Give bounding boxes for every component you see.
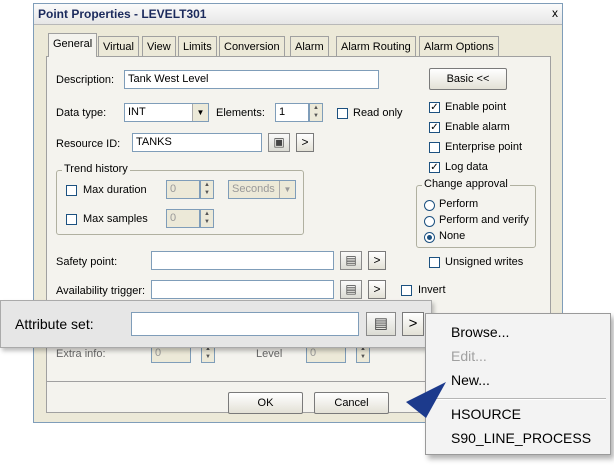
chevron-down-icon: ▼ [279,181,295,198]
tab-view[interactable]: View [142,36,176,56]
menu-separator [430,398,606,400]
tab-virtual[interactable]: Virtual [98,36,139,56]
perform-verify-label: Perform and verify [439,214,529,226]
read-only-checkbox[interactable] [337,108,348,119]
log-data-checkbox[interactable]: ✓ [429,162,440,173]
extra-info-label: Extra info: [56,348,106,360]
max-duration-spinner[interactable]: ▲ ▼ [200,180,214,199]
change-approval-label: Change approval [422,178,510,190]
data-type-label: Data type: [56,107,107,119]
availability-trigger-field[interactable] [151,280,334,299]
duration-unit-value: Seconds [232,183,275,195]
description-label: Description: [56,74,115,86]
tab-alarm-options[interactable]: Alarm Options [419,36,499,56]
tab-alarm-routing[interactable]: Alarm Routing [336,36,416,56]
pointer-arrow-icon [406,382,446,418]
unsigned-writes-checkbox[interactable] [429,257,440,268]
invert-checkbox[interactable] [401,285,412,296]
perform-label: Perform [439,198,479,210]
perform-verify-radio[interactable] [424,216,435,227]
availability-arrow-button[interactable]: > [368,280,386,299]
chevron-down-icon: ▼ [192,104,208,121]
cancel-button[interactable]: Cancel [314,392,389,414]
unsigned-writes-label: Unsigned writes [445,256,524,268]
ok-button[interactable]: OK [228,392,303,414]
safety-point-browse-icon[interactable]: ▤ [340,251,362,270]
none-radio[interactable] [424,232,435,243]
tab-alarm[interactable]: Alarm [290,36,329,56]
max-duration-field[interactable]: 0 [166,180,200,199]
attribute-set-browse-icon[interactable]: ▤ [366,312,396,336]
safety-point-field[interactable] [151,251,334,270]
window-title: Point Properties - LEVELT301 [38,7,207,21]
attribute-set-label: Attribute set: [15,316,94,332]
resource-id-field[interactable]: TANKS [132,133,262,152]
max-samples-checkbox[interactable] [66,214,77,225]
trend-history-label: Trend history [62,163,130,175]
max-samples-spinner[interactable]: ▲ ▼ [200,209,214,228]
data-type-select[interactable]: INT ▼ [124,103,209,122]
elements-spinner[interactable]: ▲ ▼ [309,103,323,122]
safety-point-label: Safety point: [56,256,118,268]
attribute-set-field[interactable] [131,312,359,336]
enable-alarm-checkbox[interactable]: ✓ [429,122,440,133]
menu-item-new[interactable]: New... [451,372,490,388]
description-field[interactable]: Tank West Level [124,70,379,89]
menu-item-edit[interactable]: Edit... [451,348,487,364]
basic-button[interactable]: Basic << [429,68,507,90]
read-only-label: Read only [353,107,403,119]
tab-conversion[interactable]: Conversion [219,36,285,56]
data-type-value: INT [128,106,146,118]
menu-item-hsource[interactable]: HSOURCE [451,406,521,422]
log-data-label: Log data [445,161,488,173]
menu-item-browse[interactable]: Browse... [451,324,509,340]
resource-browse-icon[interactable]: ▣ [268,133,290,152]
radio-selected-dot [427,235,432,240]
attribute-set-menu: Browse... Edit... New... HSOURCE S90_LIN… [425,313,611,455]
resource-arrow-button[interactable]: > [296,133,314,152]
elements-label: Elements: [216,107,265,119]
enterprise-point-label: Enterprise point [445,141,523,153]
tab-general[interactable]: General [48,33,98,57]
resource-id-label: Resource ID: [56,138,121,150]
close-button[interactable]: x [548,6,562,20]
title-bar: Point Properties - LEVELT301 x [34,4,562,25]
none-label: None [439,230,466,242]
tab-limits[interactable]: Limits [178,36,217,56]
enable-point-label: Enable point [445,101,507,113]
availability-browse-icon[interactable]: ▤ [340,280,362,299]
max-duration-checkbox[interactable] [66,185,77,196]
level-label: Level [256,348,283,360]
max-samples-field[interactable]: 0 [166,209,200,228]
invert-label: Invert [418,284,446,296]
max-duration-label: Max duration [83,184,147,196]
enable-point-checkbox[interactable]: ✓ [429,102,440,113]
availability-trigger-label: Availability trigger: [56,285,146,297]
enterprise-point-checkbox[interactable] [429,142,440,153]
attribute-set-zoom: Attribute set: ▤ > [0,300,432,348]
safety-point-arrow-button[interactable]: > [368,251,386,270]
menu-item-s90-line-process[interactable]: S90_LINE_PROCESS [451,430,591,446]
max-samples-label: Max samples [83,213,148,225]
attribute-set-arrow-button[interactable]: > [402,312,424,336]
elements-field[interactable]: 1 [275,103,309,122]
perform-radio[interactable] [424,200,435,211]
duration-unit-select[interactable]: Seconds ▼ [228,180,296,199]
enable-alarm-label: Enable alarm [445,121,510,133]
